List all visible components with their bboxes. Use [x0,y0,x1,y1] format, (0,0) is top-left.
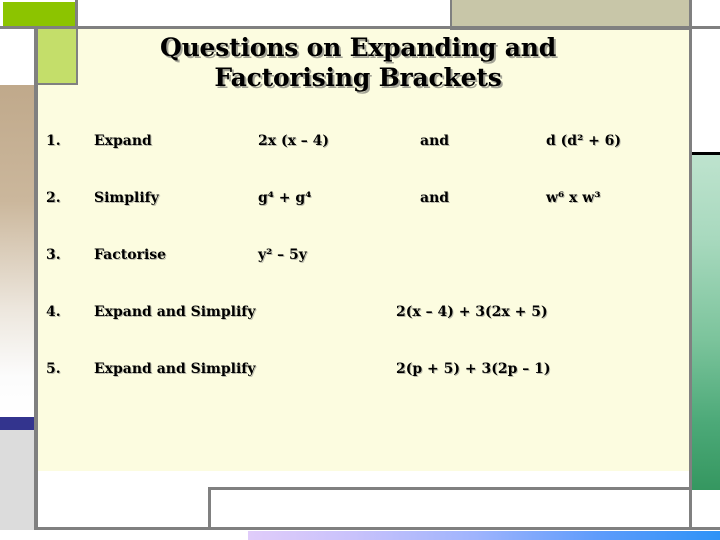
question-expression: 2x (x – 4) [258,133,330,149]
frame-rule-footer-box-top [208,487,692,490]
blue-accent-bar-left [0,417,34,430]
question-row: 3. Factorise y² – 5y [38,239,689,296]
question-number: 3. [46,247,61,263]
page-title: Questions on Expanding and Factorising B… [38,33,678,93]
question-expression: g⁴ + g⁴ [258,190,312,206]
question-conjunction: and [420,190,450,206]
slide-canvas: Questions on Expanding and Factorising B… [0,0,720,540]
question-expression-2: d (d² + 6) [546,133,622,149]
question-expression: 2(p + 5) + 3(2p – 1) [396,361,551,377]
frame-rule-footer-box-left [208,487,211,530]
question-instruction: Simplify [94,190,159,206]
frame-rule-khaki-left [450,0,452,28]
khaki-accent-block-top-right [452,0,692,28]
question-instruction: Expand [94,133,152,149]
content-panel-lower [38,471,689,527]
question-row: 5. Expand and Simplify 2(p + 5) + 3(2p –… [38,353,689,410]
question-row: 2. Simplify g⁴ + g⁴ and w⁶ x w³ [38,182,689,239]
question-number: 1. [46,133,61,149]
page-title-line-1: Questions on Expanding and [160,33,556,62]
question-number: 5. [46,361,61,377]
question-instruction: Expand and Simplify [94,361,256,377]
question-number: 4. [46,304,61,320]
question-instruction: Expand and Simplify [94,304,256,320]
frame-rule-right-vertical [689,0,692,530]
question-instruction: Factorise [94,247,167,263]
frame-rule-bottom [34,527,720,530]
green-accent-block-top-left [3,2,75,26]
grey-accent-block-left [0,430,34,530]
question-list: 1. Expand 2x (x – 4) and d (d² + 6) 2. S… [38,125,689,410]
green-gradient-side-strip [692,155,720,490]
page-title-line-2: Factorising Brackets [214,63,502,92]
question-expression: y² – 5y [258,247,307,263]
question-expression-2: w⁶ x w³ [546,190,601,206]
tan-gradient-side-strip [0,85,34,417]
question-expression: 2(x – 4) + 3(2x + 5) [396,304,548,320]
frame-rule-top-left-vertical [75,0,78,27]
question-conjunction: and [420,133,450,149]
question-number: 2. [46,190,61,206]
frame-rule-khaki-bottom [450,28,692,30]
question-row: 1. Expand 2x (x – 4) and d (d² + 6) [38,125,689,182]
question-row: 4. Expand and Simplify 2(x – 4) + 3(2x +… [38,296,689,353]
blue-gradient-bottom-bar [248,531,720,540]
